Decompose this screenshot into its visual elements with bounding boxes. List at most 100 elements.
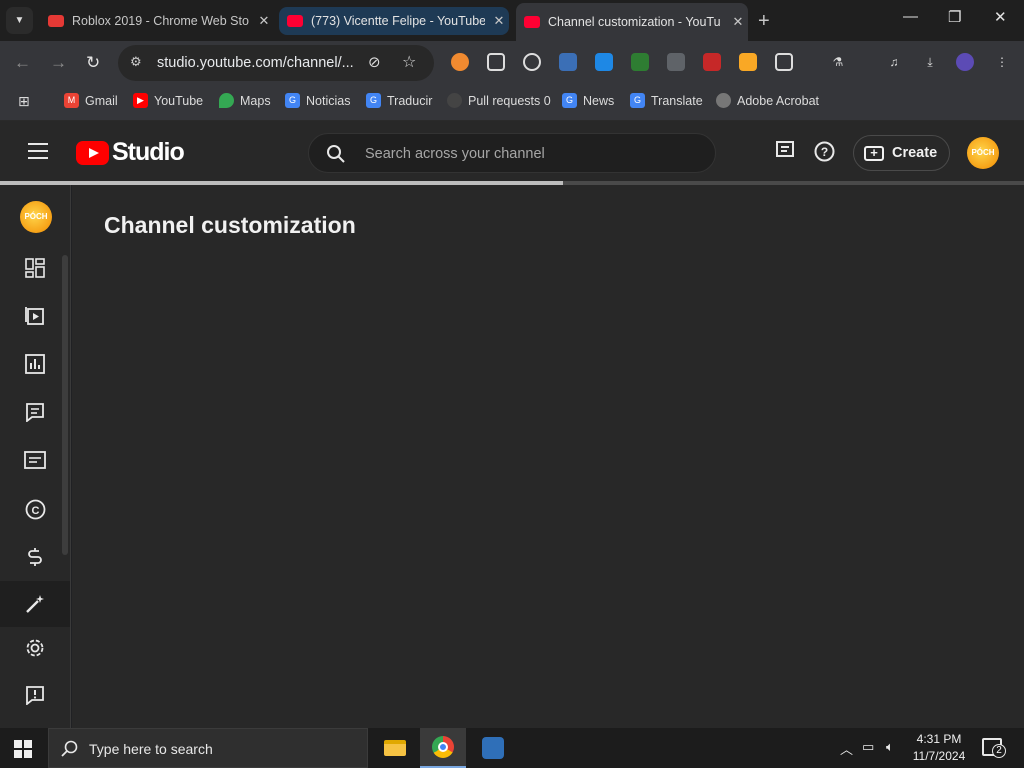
bookmark-label: Traducir [387, 93, 433, 108]
close-tab-icon[interactable]: ✕ [728, 14, 748, 30]
youtube-icon [287, 15, 303, 27]
bookmark-translate[interactable]: G Translate [630, 93, 703, 108]
tab-title: Roblox 2019 - Chrome Web Sto [72, 14, 249, 28]
channel-avatar[interactable]: PÓCH [20, 201, 52, 233]
extension-icon[interactable] [667, 53, 685, 71]
bookmark-youtube[interactable]: ▶ YouTube [133, 93, 203, 108]
extensions-puzzle-icon[interactable] [775, 53, 793, 71]
sidebar-item-settings[interactable] [0, 625, 70, 671]
studio-header: Studio Search across your channel ? + Cr… [0, 121, 1024, 184]
profile-avatar[interactable] [956, 53, 974, 71]
close-window-button[interactable]: ✕ [994, 8, 1007, 26]
bookmark-adobe-acrobat[interactable]: Adobe Acrobat [716, 93, 819, 108]
tab-channel-customization[interactable]: Channel customization - YouTu ✕ [516, 3, 748, 41]
bookmark-label: Noticias [306, 93, 351, 108]
hamburger-menu-icon[interactable] [28, 143, 48, 159]
chrome-menu-icon[interactable]: ⋮ [993, 53, 1011, 71]
studio-logo-text: Studio [112, 138, 185, 166]
create-label: Create [892, 145, 938, 161]
apps-grid-icon[interactable]: ⊞ [18, 93, 30, 110]
taskbar-clock[interactable]: 4:31 PM 11/7/2024 [904, 731, 974, 765]
messages-icon[interactable] [776, 141, 794, 164]
sidebar-item-feedback[interactable] [0, 672, 70, 718]
dashboard-icon [25, 258, 45, 278]
google-translate-icon: G [366, 93, 381, 108]
sidebar-item-content[interactable] [0, 293, 70, 339]
sidebar-item-analytics[interactable] [0, 341, 70, 387]
youtube-play-icon [76, 140, 109, 165]
bookmark-noticias[interactable]: G Noticias [285, 93, 350, 108]
roblox-studio-icon[interactable] [470, 728, 516, 768]
address-bar[interactable]: ⚙ studio.youtube.com/channel/... ⊘ ☆ [118, 45, 434, 81]
new-tab-button[interactable]: + [758, 10, 770, 33]
bookmark-label: Translate [651, 93, 703, 108]
site-info-icon[interactable]: ⚙ [130, 54, 142, 70]
network-icon[interactable]: ▭ [862, 739, 874, 755]
extension-icon[interactable] [487, 53, 505, 71]
extension-icon[interactable] [523, 53, 541, 71]
sidebar-item-subtitles[interactable] [0, 437, 70, 483]
download-icon[interactable]: ⤓ [921, 53, 939, 71]
extension-icon[interactable] [631, 53, 649, 71]
account-avatar[interactable]: PÓCH [967, 137, 999, 169]
extension-icon[interactable] [559, 53, 577, 71]
tab-title: Channel customization - YouTu [548, 15, 721, 29]
sidebar-item-customization[interactable] [0, 581, 70, 627]
clock-time: 4:31 PM [916, 732, 962, 746]
tab-youtube-channel[interactable]: (773) Vicentte Felipe - YouTube ✕ [279, 7, 509, 35]
close-tab-icon[interactable]: ✕ [489, 13, 509, 29]
show-hidden-icons-icon[interactable]: ︿ [840, 739, 853, 758]
studio-logo[interactable]: Studio [76, 138, 185, 167]
bookmark-traducir[interactable]: G Traducir [366, 93, 432, 108]
sidebar-item-dashboard[interactable] [0, 245, 70, 291]
taskbar-search-box[interactable]: Type here to search [48, 728, 368, 768]
eye-off-icon[interactable]: ⊘ [368, 53, 381, 71]
restore-button[interactable]: ❐ [948, 8, 961, 26]
bookmark-pull-requests[interactable]: Pull requests 0 [447, 93, 551, 108]
taskbar-search-text: Type here to search [89, 741, 213, 757]
chrome-taskbar-icon[interactable] [420, 728, 466, 768]
subtitles-icon [24, 451, 46, 469]
chrome-web-store-icon [48, 15, 64, 27]
notification-center-icon[interactable]: 2 [982, 738, 1006, 758]
create-button[interactable]: + Create [853, 135, 950, 171]
back-icon[interactable]: ← [14, 53, 31, 73]
svg-text:?: ? [821, 145, 828, 159]
extension-icon[interactable] [703, 53, 721, 71]
channel-search-input[interactable]: Search across your channel [308, 133, 716, 173]
notification-count: 2 [992, 744, 1006, 758]
tab-search-button[interactable]: ▼ [6, 7, 33, 34]
sidebar-item-copyright[interactable]: C [0, 486, 70, 532]
search-icon [61, 740, 78, 757]
studio-sidebar: PÓCH C [0, 185, 71, 728]
extension-icon[interactable] [451, 53, 469, 71]
tab-roblox[interactable]: Roblox 2019 - Chrome Web Sto ✕ [40, 7, 274, 35]
gmail-icon: M [64, 93, 79, 108]
help-icon[interactable]: ? [814, 141, 835, 167]
tab-strip: ▼ Roblox 2019 - Chrome Web Sto ✕ (773) V… [0, 0, 1024, 41]
forward-icon[interactable]: → [50, 53, 67, 73]
windows-start-icon[interactable] [14, 740, 32, 758]
feedback-icon [26, 686, 44, 705]
comments-icon [26, 403, 44, 422]
extension-icon[interactable] [595, 53, 613, 71]
main-content: Channel customization [72, 185, 1024, 728]
labs-flask-icon[interactable]: ⚗ [829, 53, 847, 71]
bookmark-star-icon[interactable]: ☆ [402, 52, 416, 72]
minimize-button[interactable]: — [903, 8, 918, 25]
media-control-icon[interactable]: ♫ [885, 53, 903, 71]
bookmark-gmail[interactable]: M Gmail [64, 93, 118, 108]
sidebar-item-comments[interactable] [0, 389, 70, 435]
extension-icon[interactable] [739, 53, 757, 71]
chevron-down-icon: ▼ [14, 15, 25, 26]
youtube-icon [524, 16, 540, 28]
maps-pin-icon [219, 93, 234, 108]
reload-icon[interactable]: ↻ [86, 53, 100, 73]
sidebar-item-earn[interactable] [0, 534, 70, 580]
close-tab-icon[interactable]: ✕ [254, 13, 274, 29]
volume-icon[interactable]: 🔈︎ [886, 739, 894, 755]
bookmark-news[interactable]: G News [562, 93, 614, 108]
file-explorer-icon[interactable] [372, 728, 418, 768]
bookmark-maps[interactable]: Maps [219, 93, 271, 108]
bookmark-label: YouTube [154, 93, 204, 108]
